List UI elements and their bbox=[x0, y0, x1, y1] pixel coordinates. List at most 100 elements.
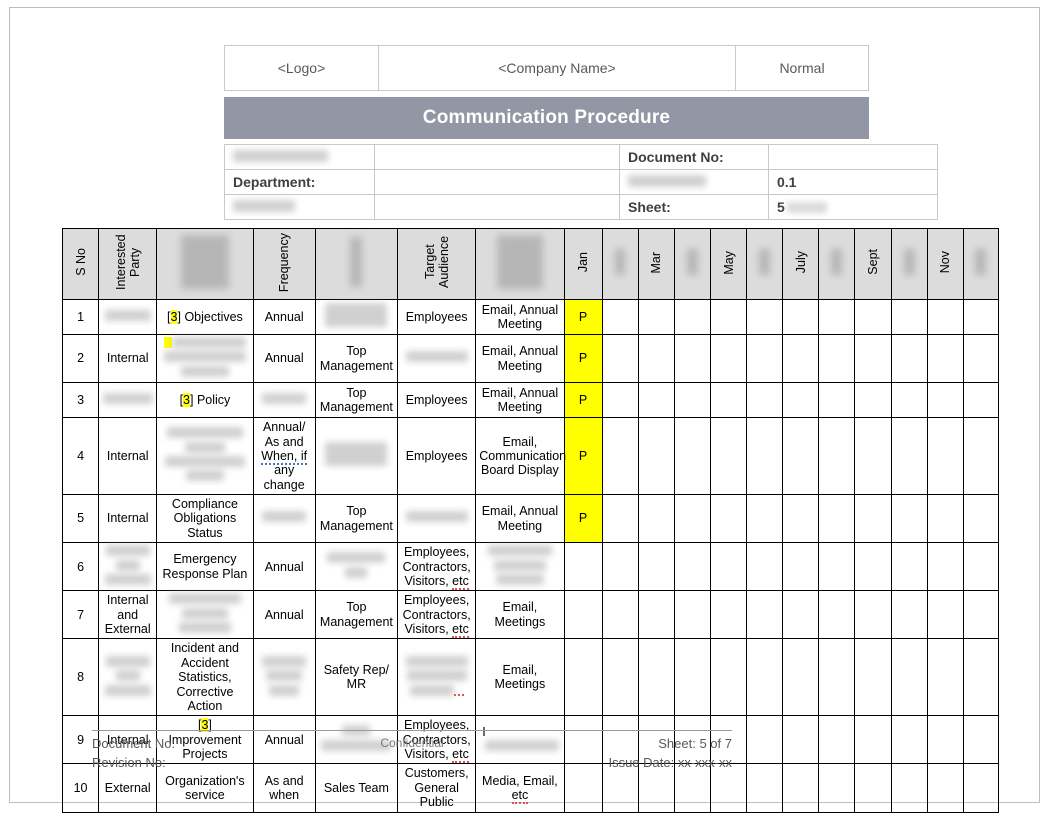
cell-month-july[interactable] bbox=[782, 763, 820, 813]
cell-month-aug[interactable] bbox=[818, 299, 856, 335]
cell-month-jan[interactable] bbox=[563, 542, 603, 592]
cell-month-mar[interactable] bbox=[637, 590, 675, 640]
cell-month-feb[interactable] bbox=[601, 638, 639, 717]
cell-month-sept[interactable] bbox=[854, 299, 892, 335]
cell-month-jun[interactable] bbox=[746, 542, 784, 592]
cell-month-apr[interactable] bbox=[673, 493, 711, 544]
cell-month-jun[interactable] bbox=[746, 382, 784, 419]
cell-month-jan[interactable] bbox=[563, 638, 603, 717]
cell-month-sept[interactable] bbox=[854, 542, 892, 592]
cell-month-jan[interactable]: P bbox=[563, 299, 603, 335]
cell-month-feb[interactable] bbox=[601, 333, 639, 384]
cell-month-oct[interactable] bbox=[890, 299, 928, 335]
cell-month-july[interactable] bbox=[782, 333, 820, 384]
cell-month-mar[interactable] bbox=[637, 333, 675, 384]
cell-month-jan[interactable]: P bbox=[563, 417, 603, 495]
cell-month-mar[interactable] bbox=[637, 417, 675, 495]
cell-month-july[interactable] bbox=[782, 715, 820, 765]
cell-month-nov[interactable] bbox=[926, 590, 964, 640]
cell-month-jun[interactable] bbox=[746, 638, 784, 717]
meta-value-organization[interactable] bbox=[374, 144, 620, 170]
cell-month-nov[interactable] bbox=[926, 715, 964, 765]
cell-month-oct[interactable] bbox=[890, 333, 928, 384]
cell-month-apr[interactable] bbox=[673, 382, 711, 419]
cell-month-nov[interactable] bbox=[926, 763, 964, 813]
cell-month-jun[interactable] bbox=[746, 493, 784, 544]
meta-value-document-no[interactable] bbox=[768, 144, 938, 170]
meta-value-sheet[interactable]: 5 bbox=[768, 194, 938, 220]
cell-month-dec[interactable] bbox=[962, 638, 1000, 717]
cell-month-july[interactable] bbox=[782, 417, 820, 495]
cell-month-dec[interactable] bbox=[962, 417, 1000, 495]
cell-month-nov[interactable] bbox=[926, 542, 964, 592]
cell-month-feb[interactable] bbox=[601, 493, 639, 544]
cell-month-may[interactable] bbox=[709, 638, 748, 717]
cell-month-feb[interactable] bbox=[601, 299, 639, 335]
cell-month-aug[interactable] bbox=[818, 763, 856, 813]
cell-month-mar[interactable] bbox=[637, 299, 675, 335]
cell-month-may[interactable] bbox=[709, 493, 748, 544]
cell-month-sept[interactable] bbox=[854, 493, 892, 544]
cell-month-apr[interactable] bbox=[673, 590, 711, 640]
meta-value-section[interactable] bbox=[374, 194, 620, 220]
cell-month-nov[interactable] bbox=[926, 333, 964, 384]
cell-month-mar[interactable] bbox=[637, 638, 675, 717]
cell-month-mar[interactable] bbox=[637, 542, 675, 592]
cell-month-dec[interactable] bbox=[962, 382, 1000, 419]
cell-month-sept[interactable] bbox=[854, 417, 892, 495]
cell-month-oct[interactable] bbox=[890, 590, 928, 640]
cell-month-nov[interactable] bbox=[926, 638, 964, 717]
cell-month-aug[interactable] bbox=[818, 715, 856, 765]
cell-month-apr[interactable] bbox=[673, 638, 711, 717]
cell-month-mar[interactable] bbox=[637, 493, 675, 544]
cell-month-apr[interactable] bbox=[673, 542, 711, 592]
cell-month-july[interactable] bbox=[782, 638, 820, 717]
cell-month-july[interactable] bbox=[782, 299, 820, 335]
cell-month-may[interactable] bbox=[709, 382, 748, 419]
cell-month-july[interactable] bbox=[782, 382, 820, 419]
cell-month-aug[interactable] bbox=[818, 382, 856, 419]
cell-month-oct[interactable] bbox=[890, 382, 928, 419]
cell-month-sept[interactable] bbox=[854, 763, 892, 813]
cell-month-sept[interactable] bbox=[854, 590, 892, 640]
cell-month-aug[interactable] bbox=[818, 590, 856, 640]
cell-month-dec[interactable] bbox=[962, 763, 1000, 813]
cell-month-july[interactable] bbox=[782, 542, 820, 592]
cell-month-mar[interactable] bbox=[637, 382, 675, 419]
cell-month-feb[interactable] bbox=[601, 382, 639, 419]
cell-month-jun[interactable] bbox=[746, 590, 784, 640]
cell-month-nov[interactable] bbox=[926, 299, 964, 335]
cell-month-oct[interactable] bbox=[890, 542, 928, 592]
cell-month-sept[interactable] bbox=[854, 333, 892, 384]
cell-month-jun[interactable] bbox=[746, 763, 784, 813]
cell-month-dec[interactable] bbox=[962, 299, 1000, 335]
cell-month-may[interactable] bbox=[709, 417, 748, 495]
cell-month-dec[interactable] bbox=[962, 542, 1000, 592]
cell-month-jan[interactable]: P bbox=[563, 382, 603, 419]
cell-month-sept[interactable] bbox=[854, 715, 892, 765]
cell-month-dec[interactable] bbox=[962, 715, 1000, 765]
cell-month-jan[interactable]: P bbox=[563, 333, 603, 384]
cell-month-aug[interactable] bbox=[818, 493, 856, 544]
cell-month-jun[interactable] bbox=[746, 299, 784, 335]
cell-month-jan[interactable]: P bbox=[563, 493, 603, 544]
meta-value-department[interactable] bbox=[374, 169, 620, 195]
cell-month-dec[interactable] bbox=[962, 590, 1000, 640]
cell-month-oct[interactable] bbox=[890, 493, 928, 544]
cell-month-aug[interactable] bbox=[818, 333, 856, 384]
cell-month-nov[interactable] bbox=[926, 382, 964, 419]
meta-value-revision[interactable]: 0.1 bbox=[768, 169, 938, 195]
cell-month-dec[interactable] bbox=[962, 333, 1000, 384]
cell-month-july[interactable] bbox=[782, 590, 820, 640]
cell-month-may[interactable] bbox=[709, 333, 748, 384]
cell-month-jan[interactable] bbox=[563, 590, 603, 640]
cell-month-nov[interactable] bbox=[926, 417, 964, 495]
cell-month-jun[interactable] bbox=[746, 333, 784, 384]
cell-month-jun[interactable] bbox=[746, 417, 784, 495]
cell-month-dec[interactable] bbox=[962, 493, 1000, 544]
cell-month-sept[interactable] bbox=[854, 638, 892, 717]
cell-month-oct[interactable] bbox=[890, 715, 928, 765]
cell-month-aug[interactable] bbox=[818, 417, 856, 495]
cell-month-apr[interactable] bbox=[673, 417, 711, 495]
cell-month-feb[interactable] bbox=[601, 590, 639, 640]
